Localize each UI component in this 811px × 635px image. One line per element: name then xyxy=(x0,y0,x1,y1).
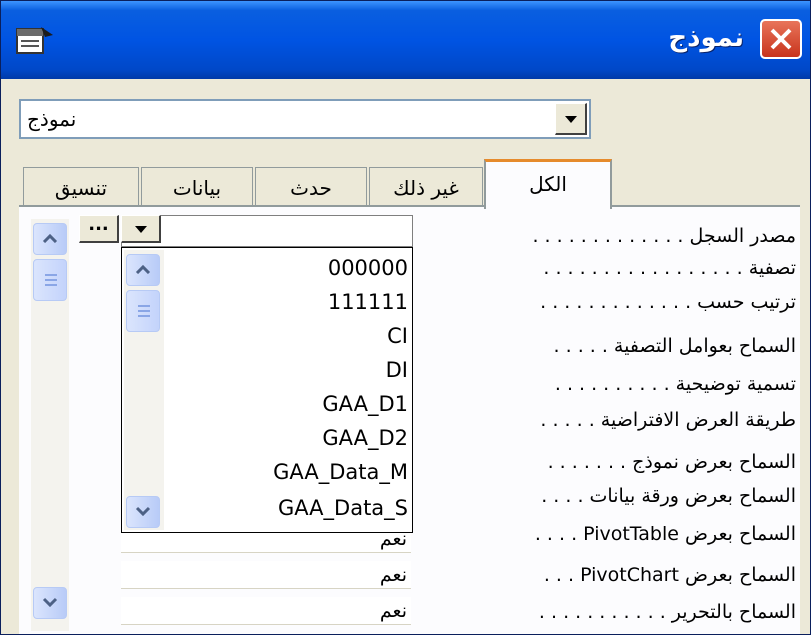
scroll-up-button[interactable] xyxy=(33,223,67,255)
dropdown-option[interactable]: 000000 xyxy=(166,252,408,284)
properties-scrollbar[interactable] xyxy=(31,219,69,631)
property-value-allow-edits[interactable]: نعم xyxy=(121,597,411,625)
title-bar[interactable]: نموذج xyxy=(1,1,810,79)
tab-event[interactable]: حدث xyxy=(255,167,367,207)
dropdown-scroll-down-button[interactable] xyxy=(126,496,160,528)
tab-data[interactable]: بيانات xyxy=(141,167,253,207)
property-label-order-by: ترتيب حسب . . . . . . . . . . . . . xyxy=(540,291,796,313)
chevron-up-icon xyxy=(135,264,151,274)
property-label-allow-pivottable-view: السماح بعرض PivotTable . . . . xyxy=(534,523,796,545)
dropdown-option[interactable]: GAA_D2 xyxy=(166,422,408,454)
object-selector[interactable]: نموذج xyxy=(19,99,591,139)
property-label-allow-edits: السماح بالتحرير . . . . . . . . . . . xyxy=(538,601,796,623)
dropdown-option[interactable]: CI xyxy=(166,320,408,352)
tab-format[interactable]: تنسيق xyxy=(23,167,139,207)
property-label-allow-pivotchart-view: السماح بعرض PivotChart . . . xyxy=(543,564,796,586)
dropdown-option[interactable]: 111111 xyxy=(166,286,408,318)
dropdown-scrollbar[interactable] xyxy=(124,250,164,530)
chevron-down-icon xyxy=(135,226,147,233)
object-selector-value: نموذج xyxy=(27,107,77,131)
property-label-allow-filters: السماح بعوامل التصفية . . . . . xyxy=(553,335,796,357)
chevron-down-icon xyxy=(42,597,58,607)
dropdown-scroll-thumb[interactable] xyxy=(126,290,160,332)
chevron-down-icon xyxy=(565,116,577,123)
object-selector-dropdown-button[interactable] xyxy=(555,103,587,135)
scroll-thumb[interactable] xyxy=(33,259,67,301)
record-source-combobox[interactable] xyxy=(121,215,413,247)
dropdown-option[interactable]: DI xyxy=(166,354,408,386)
chevron-down-icon xyxy=(135,506,151,516)
dropdown-option[interactable]: GAA_Data_S xyxy=(166,492,408,524)
record-source-build-button[interactable]: ... xyxy=(79,215,119,243)
property-label-filter: تصفية . . . . . . . . . . . . . . . . . xyxy=(543,257,796,279)
close-button[interactable] xyxy=(760,19,802,59)
properties-sheet-icon xyxy=(15,25,55,57)
chevron-up-icon xyxy=(42,233,58,243)
record-source-dropdown-list[interactable]: 000000 111111 CI DI GAA_D1 GAA_D2 GAA_Da… xyxy=(121,247,413,533)
window-title: نموذج xyxy=(668,23,744,53)
tab-other[interactable]: غير ذلك xyxy=(369,167,483,207)
property-label-allow-form-view: السماح بعرض نموذج . . . . . . . xyxy=(547,451,796,473)
record-source-dropdown-button[interactable] xyxy=(121,215,161,243)
scroll-down-button[interactable] xyxy=(33,587,67,619)
dropdown-scroll-up-button[interactable] xyxy=(126,254,160,286)
property-label-default-view: طريقة العرض الافتراضية . . . . . xyxy=(540,409,796,431)
dropdown-option[interactable]: GAA_D1 xyxy=(166,388,408,420)
tab-all[interactable]: الكل xyxy=(484,159,612,209)
property-label-caption: تسمية توضيحية . . . . . . . . . . xyxy=(554,373,796,395)
close-icon xyxy=(770,28,792,50)
property-label-record-source: مصدر السجل . . . . . . . . . . . . . xyxy=(532,225,796,247)
dropdown-option[interactable]: GAA_Data_M xyxy=(166,456,408,488)
property-value-allow-pivotchart-view[interactable]: نعم xyxy=(121,561,411,589)
properties-window: نموذج نموذج الكل غير ذلك حدث بيانات تنسي… xyxy=(0,0,811,635)
property-label-allow-datasheet-view: السماح بعرض ورقة بيانات . . . . xyxy=(541,485,796,507)
